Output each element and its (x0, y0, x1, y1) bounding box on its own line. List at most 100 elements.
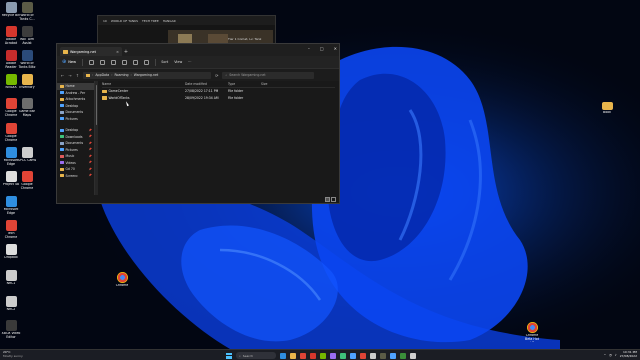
taskbar-app-icon[interactable] (350, 352, 356, 359)
desktop-icon[interactable]: SPCC Cams (17, 147, 37, 163)
game-nav-item[interactable]: HANGAR (163, 19, 176, 23)
minimize-button[interactable]: – (308, 46, 310, 51)
desktop-icon-folder[interactable]: Book (597, 100, 617, 115)
close-tab-icon[interactable]: × (116, 50, 119, 54)
chevron-up-icon[interactable]: ^ (604, 353, 607, 357)
up-arrow-icon[interactable]: ↑ (76, 73, 79, 78)
navigation-pane: Home Andrew - Per Attachments Desktop Docume… (57, 81, 95, 195)
taskbar-app-icon[interactable] (320, 352, 326, 359)
more-options-button[interactable]: ··· (188, 60, 191, 64)
sort-button[interactable]: Sort (161, 60, 168, 64)
file-explorer-window[interactable]: Wargaming.net × + – □ ✕ ⊕ New Sort View … (56, 43, 340, 204)
taskbar-app-icon[interactable] (370, 352, 376, 359)
delete-icon[interactable] (143, 59, 149, 65)
desktop-icon[interactable]: Tech Chrome (1, 220, 21, 240)
file-type: File folder (228, 89, 244, 94)
taskbar-app-icon[interactable] (400, 352, 406, 359)
windows-start-icon[interactable] (226, 352, 232, 359)
breadcrumb-item[interactable]: AppData (95, 73, 109, 77)
cut-icon[interactable] (88, 59, 94, 65)
volume-icon[interactable]: ♪ (615, 353, 617, 357)
forward-arrow-icon[interactable]: → (68, 73, 71, 78)
game-nav-item[interactable]: 10 (103, 19, 107, 23)
back-arrow-icon[interactable]: ← (61, 73, 64, 78)
desktop-icon-label: WoT Aim Assist (19, 38, 35, 45)
close-button[interactable]: ✕ (334, 46, 337, 51)
column-date-modified[interactable]: Date modified (185, 82, 228, 86)
desktop-icon-chrome[interactable]: Chrome (112, 272, 132, 288)
taskbar-app-icon[interactable] (290, 352, 296, 359)
desktop-icon-label: Google Chrome (4, 135, 18, 142)
column-size[interactable]: Size (261, 82, 281, 86)
new-button[interactable]: ⊕ New (62, 59, 76, 65)
new-tab-button[interactable]: + (122, 47, 130, 56)
taskbar-app-icon[interactable] (310, 352, 316, 359)
app-icon (21, 147, 33, 158)
column-name[interactable]: Name (102, 82, 185, 86)
desktop-icon[interactable]: Inventory (17, 74, 37, 90)
taskbar-app-icon[interactable] (330, 352, 336, 359)
app-icon (5, 2, 17, 13)
folder-icon (60, 104, 64, 108)
file-name: WorldOfTanks (108, 95, 130, 100)
breadcrumb-item[interactable]: Roaming (114, 73, 128, 77)
app-icon (5, 296, 17, 307)
pin-icon: 📌 (88, 141, 92, 145)
taskbar-app-icon[interactable] (360, 352, 366, 359)
taskbar-app-icon[interactable] (280, 352, 286, 359)
app-icon (5, 123, 17, 134)
folder-icon (86, 73, 91, 77)
share-icon[interactable] (132, 59, 138, 65)
folder-icon (60, 97, 64, 101)
column-type[interactable]: Type (228, 82, 261, 86)
desktop-icon[interactable]: NRC1 (1, 270, 21, 286)
explorer-tab[interactable]: Wargaming.net × (60, 47, 122, 56)
clock[interactable]: 10:31 PM 27/08/2022 (619, 350, 637, 358)
taskbar-app-icon[interactable] (300, 352, 306, 359)
app-icon (5, 171, 17, 182)
rename-icon[interactable] (121, 59, 127, 65)
refresh-icon[interactable]: ⟳ (215, 73, 218, 78)
taskbar-app-icon[interactable] (380, 352, 386, 359)
folder-icon (60, 141, 64, 145)
details-view-icon[interactable] (325, 196, 330, 202)
desktop-icon[interactable]: World of Tanks C... (17, 2, 37, 22)
wifi-icon[interactable]: ◔ (609, 353, 612, 357)
taskbar-app-icon[interactable] (390, 352, 396, 359)
clock-date: 27/08/2022 (619, 353, 637, 358)
app-icon (21, 26, 33, 37)
desktop-icon-label: Microsoft Edge (3, 208, 19, 215)
scrollbar-thumb[interactable] (95, 85, 98, 125)
desktop-icon[interactable]: World of Tanks Blitz (17, 50, 37, 70)
taskbar-app-icon[interactable] (410, 352, 416, 359)
desktop-icon[interactable]: Google Chrome (1, 123, 21, 143)
pin-icon: 📌 (88, 161, 92, 165)
weather-widget[interactable]: 20°C Mostly sunny (3, 350, 23, 358)
copy-icon[interactable] (99, 59, 105, 65)
desktop-icon[interactable]: Game Bar Maps (17, 98, 37, 118)
search-input[interactable]: ⌕ Search Wargaming.net (222, 71, 315, 79)
maximize-button[interactable]: □ (320, 46, 324, 51)
taskbar-app-icon[interactable] (340, 352, 346, 359)
desktop-icon-label: Book (603, 111, 611, 114)
desktop-icon[interactable]: Dropbox (1, 244, 21, 260)
app-icon (5, 50, 17, 61)
nav-item-label: Pictures (65, 147, 78, 152)
file-row[interactable]: WorldOfTanks 28/09/2022 19:34 AM File fo… (102, 95, 335, 102)
taskbar-search[interactable]: ⌕ Search (236, 352, 276, 359)
tiles-view-icon[interactable] (331, 196, 336, 202)
desktop-icon[interactable]: WoT Aim Assist (17, 26, 37, 46)
desktop-icon[interactable]: NRC2 (1, 296, 21, 312)
view-button[interactable]: View (174, 60, 182, 64)
desktop-icon-chrome-beta[interactable]: Chrome Beta Hot and Pa... (522, 322, 542, 342)
nav-item[interactable]: Screenc 📌 (57, 173, 94, 180)
game-nav-item[interactable]: TECH TREE (142, 19, 159, 23)
breadcrumb-item[interactable]: Wargaming.net (134, 73, 158, 77)
game-nav-item[interactable]: WORLD OF TANKS (111, 19, 138, 23)
paste-icon[interactable] (110, 59, 116, 65)
desktop-icon[interactable]: XBOX Video Editor (1, 320, 21, 340)
address-bar[interactable]: › AppData › Roaming › Wargaming.net (83, 71, 212, 79)
desktop-icon[interactable]: Google Chrome (17, 171, 37, 191)
window-controls: – □ ✕ (308, 46, 337, 51)
desktop-icon[interactable]: Microsoft Edge (1, 196, 21, 216)
